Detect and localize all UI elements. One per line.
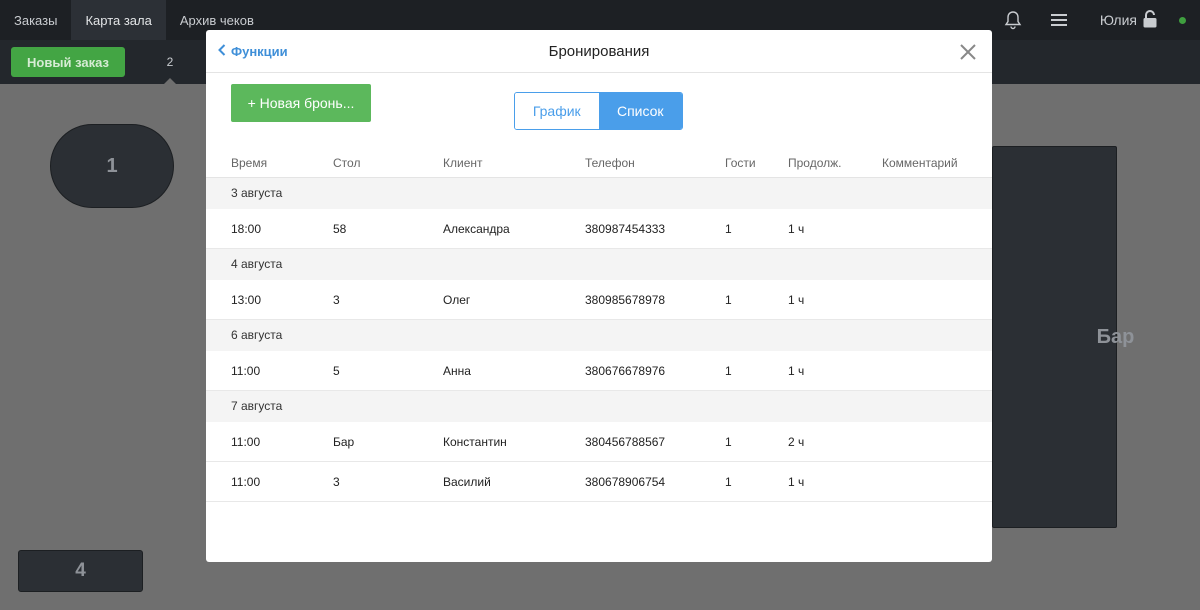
floor-table-1[interactable]: 1 [50,124,174,208]
booking-duration: 2 ч [788,435,805,449]
booking-table: 58 [333,222,347,236]
view-toggle: График Список [514,92,683,130]
view-toggle-schedule[interactable]: График [515,93,599,129]
lock-icon [1143,9,1157,31]
user-menu[interactable]: Юлия [1082,9,1179,31]
menu-icon[interactable] [1036,0,1082,40]
back-link-label: Функции [231,44,288,59]
booking-client: Олег [443,293,471,307]
booking-phone: 380456788567 [585,435,666,449]
booking-guests: 1 [725,364,732,378]
booking-row[interactable]: 11:00 Бар Константин 380456788567 1 2 ч [206,422,992,462]
booking-table: 3 [333,475,340,489]
booking-duration: 1 ч [788,475,805,489]
booking-client: Константин [443,435,507,449]
booking-table: 5 [333,364,340,378]
column-header-client: Клиент [443,156,483,170]
user-name: Юлия [1099,12,1137,28]
booking-time: 11:00 [231,435,261,449]
booking-phone: 380678906754 [585,475,666,489]
floor-table-bar[interactable]: Бар [992,146,1134,528]
floor-table-label: 4 [75,560,86,581]
view-toggle-list[interactable]: Список [598,93,682,129]
column-header-duration: Продолж. [788,156,842,170]
date-group-header: 7 августа [206,391,992,422]
booking-guests: 1 [725,293,732,307]
column-header-phone: Телефон [585,156,635,170]
column-header-table: Стол [333,156,361,170]
booking-time: 13:00 [231,293,262,307]
booking-row[interactable]: 11:00 5 Анна 380676678976 1 1 ч [206,351,992,391]
modal-title: Бронирования [548,43,650,60]
booking-client: Александра [443,222,510,236]
top-nav-right: Юлия [990,0,1200,40]
booking-duration: 1 ч [788,364,805,378]
date-group-header: 4 августа [206,249,992,280]
date-group-header: 3 августа [206,178,992,209]
booking-time: 11:00 [231,364,261,378]
chevron-left-icon [218,44,226,59]
online-status-icon [1179,16,1186,24]
hall-tab[interactable]: 2 [150,40,190,84]
booking-guests: 1 [725,222,732,236]
column-header-comment: Комментарий [882,156,958,170]
new-booking-button[interactable]: + Новая бронь... [231,84,371,122]
booking-table: Бар [333,435,355,449]
close-icon[interactable] [956,40,980,64]
booking-time: 18:00 [231,222,262,236]
booking-client: Анна [443,364,471,378]
bookings-table-header: Время Стол Клиент Телефон Гости Продолж.… [206,148,992,178]
booking-guests: 1 [725,435,732,449]
booking-table: 3 [333,293,340,307]
booking-duration: 1 ч [788,293,805,307]
booking-time: 11:00 [231,475,261,489]
date-group-header: 6 августа [206,320,992,351]
tab-orders[interactable]: Заказы [0,0,71,40]
modal-header: Функции Бронирования [206,30,992,73]
floor-table-4[interactable]: 4 [18,550,143,592]
column-header-time: Время [231,156,268,170]
booking-phone: 380985678978 [585,293,666,307]
bookings-modal: Функции Бронирования + Новая бронь... Гр… [206,30,992,562]
booking-phone: 380676678976 [585,364,666,378]
back-to-functions-link[interactable]: Функции [218,30,288,73]
booking-client: Василий [443,475,491,489]
booking-row[interactable]: 18:00 58 Александра 380987454333 1 1 ч [206,209,992,249]
floor-table-label: Бар [1096,325,1135,348]
bookings-list: 3 августа 18:00 58 Александра 3809874543… [206,178,992,502]
floor-table-label: 1 [106,154,118,177]
tab-hall-map[interactable]: Карта зала [71,0,166,40]
bell-icon[interactable] [990,0,1036,40]
booking-phone: 380987454333 [585,222,666,236]
booking-row[interactable]: 11:00 3 Василий 380678906754 1 1 ч [206,462,992,502]
booking-row[interactable]: 13:00 3 Олег 380985678978 1 1 ч [206,280,992,320]
booking-guests: 1 [725,475,732,489]
column-header-guests: Гости [725,156,756,170]
booking-duration: 1 ч [788,222,805,236]
new-order-button[interactable]: Новый заказ [11,47,125,77]
